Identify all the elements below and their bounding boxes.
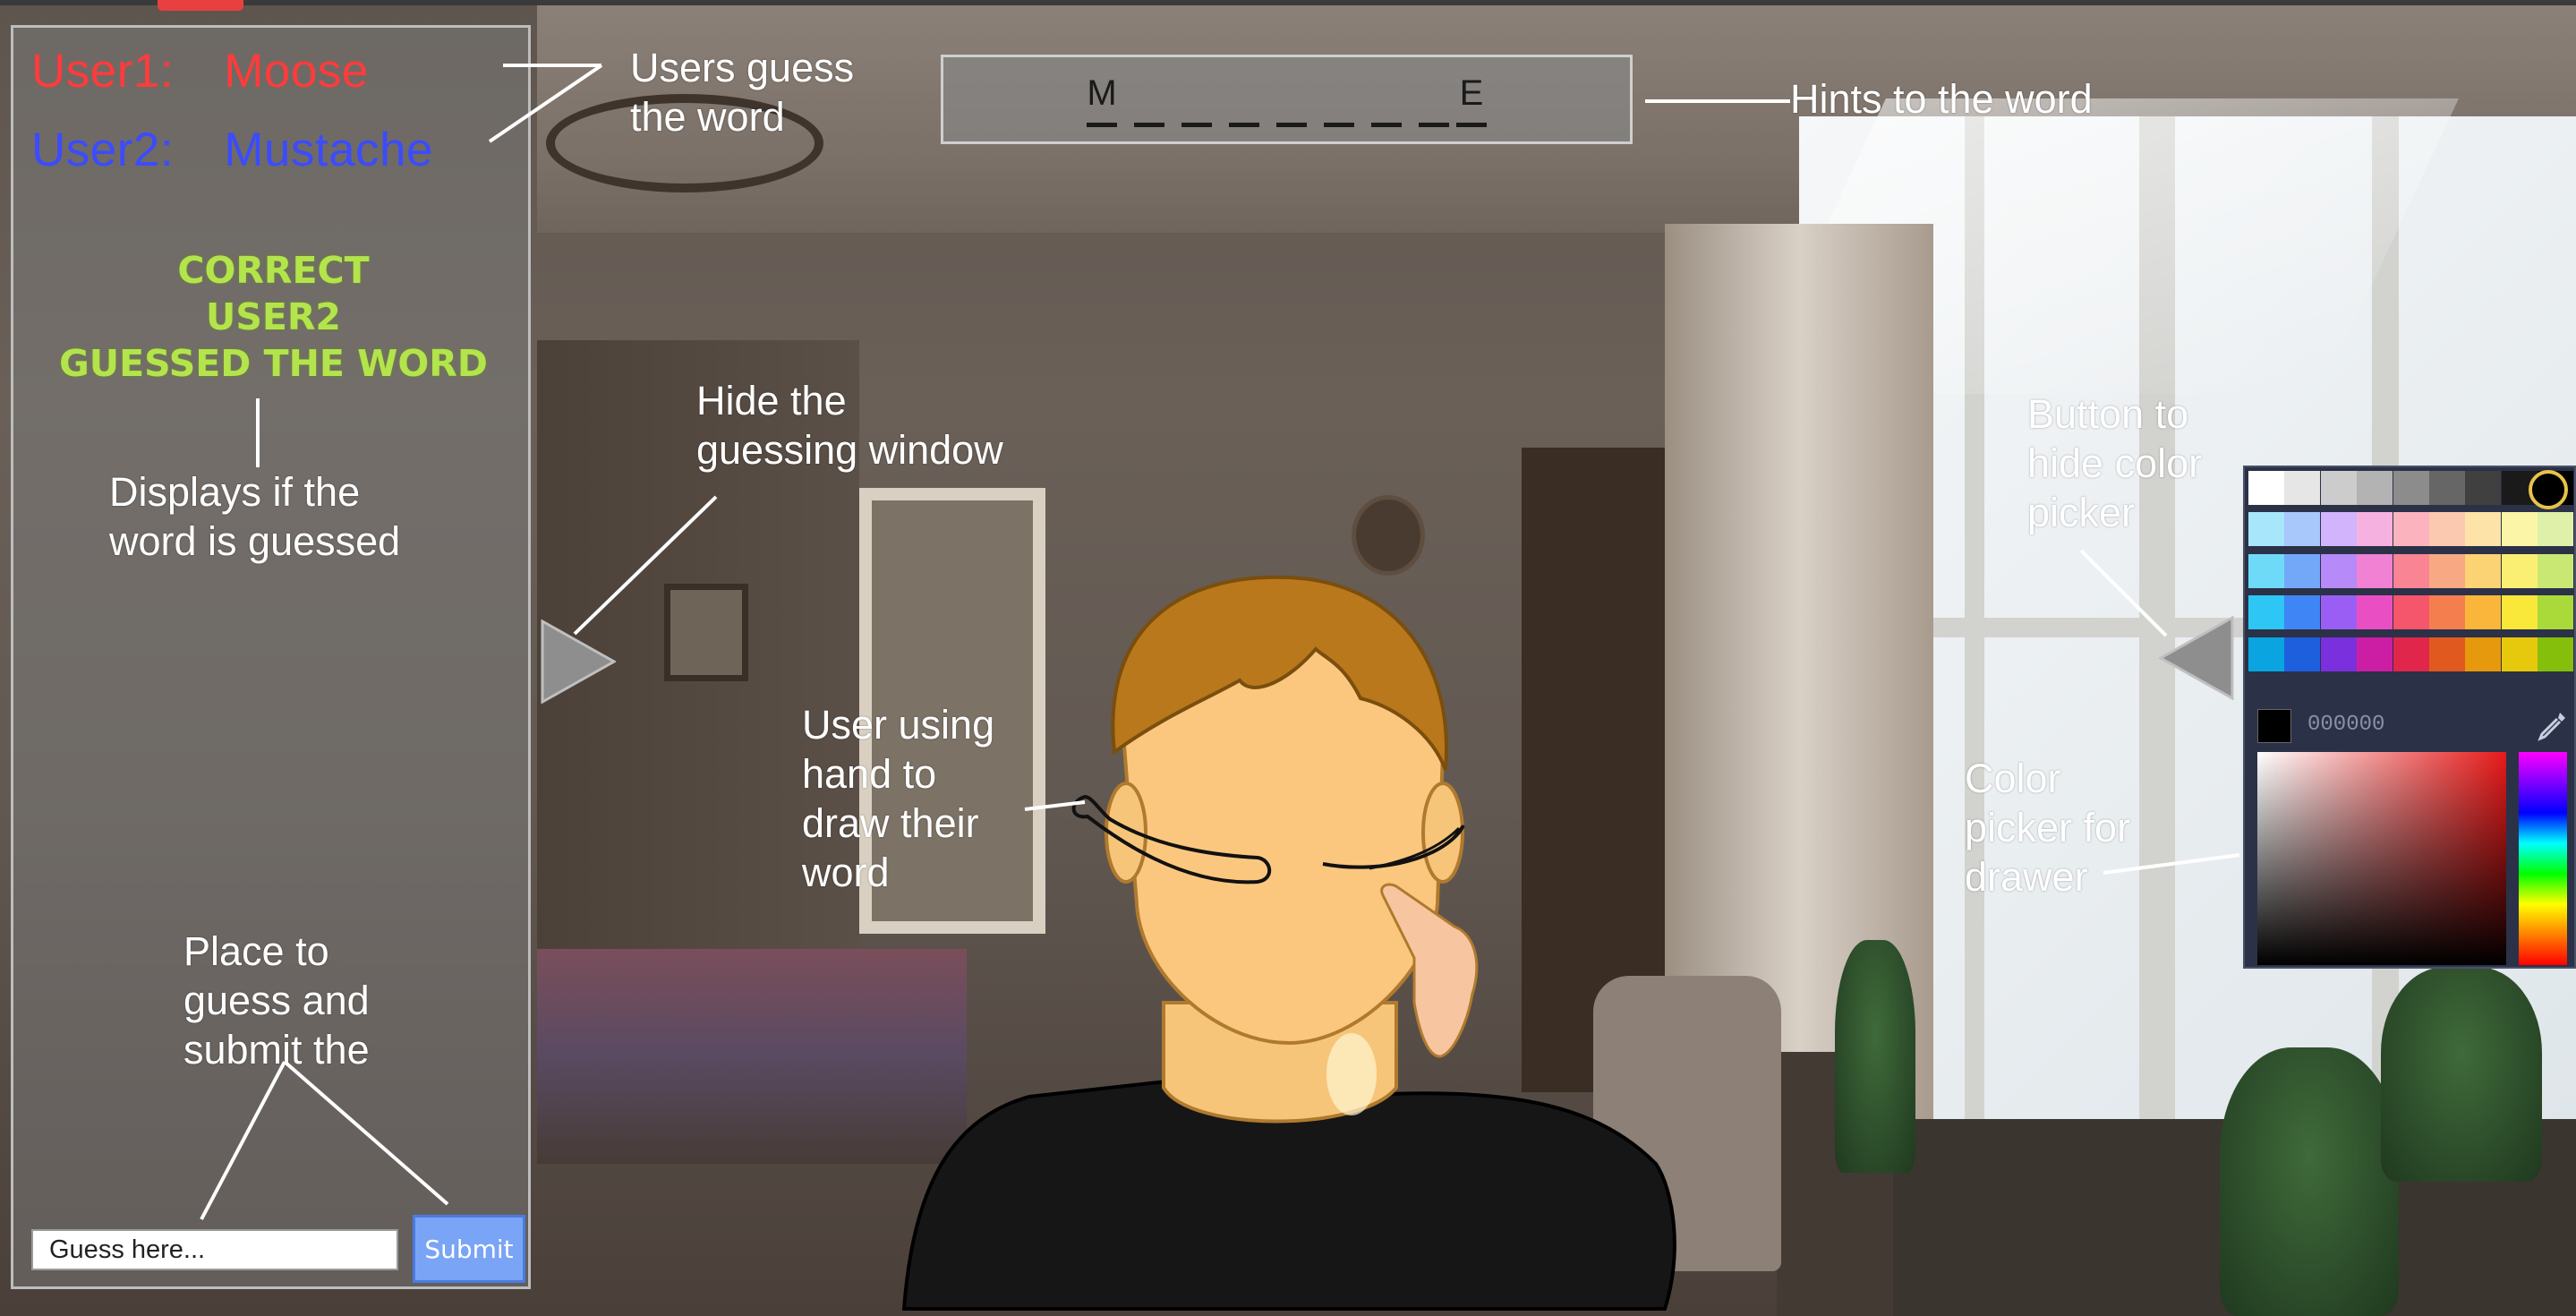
- annotation-lines: [200, 64, 2240, 1220]
